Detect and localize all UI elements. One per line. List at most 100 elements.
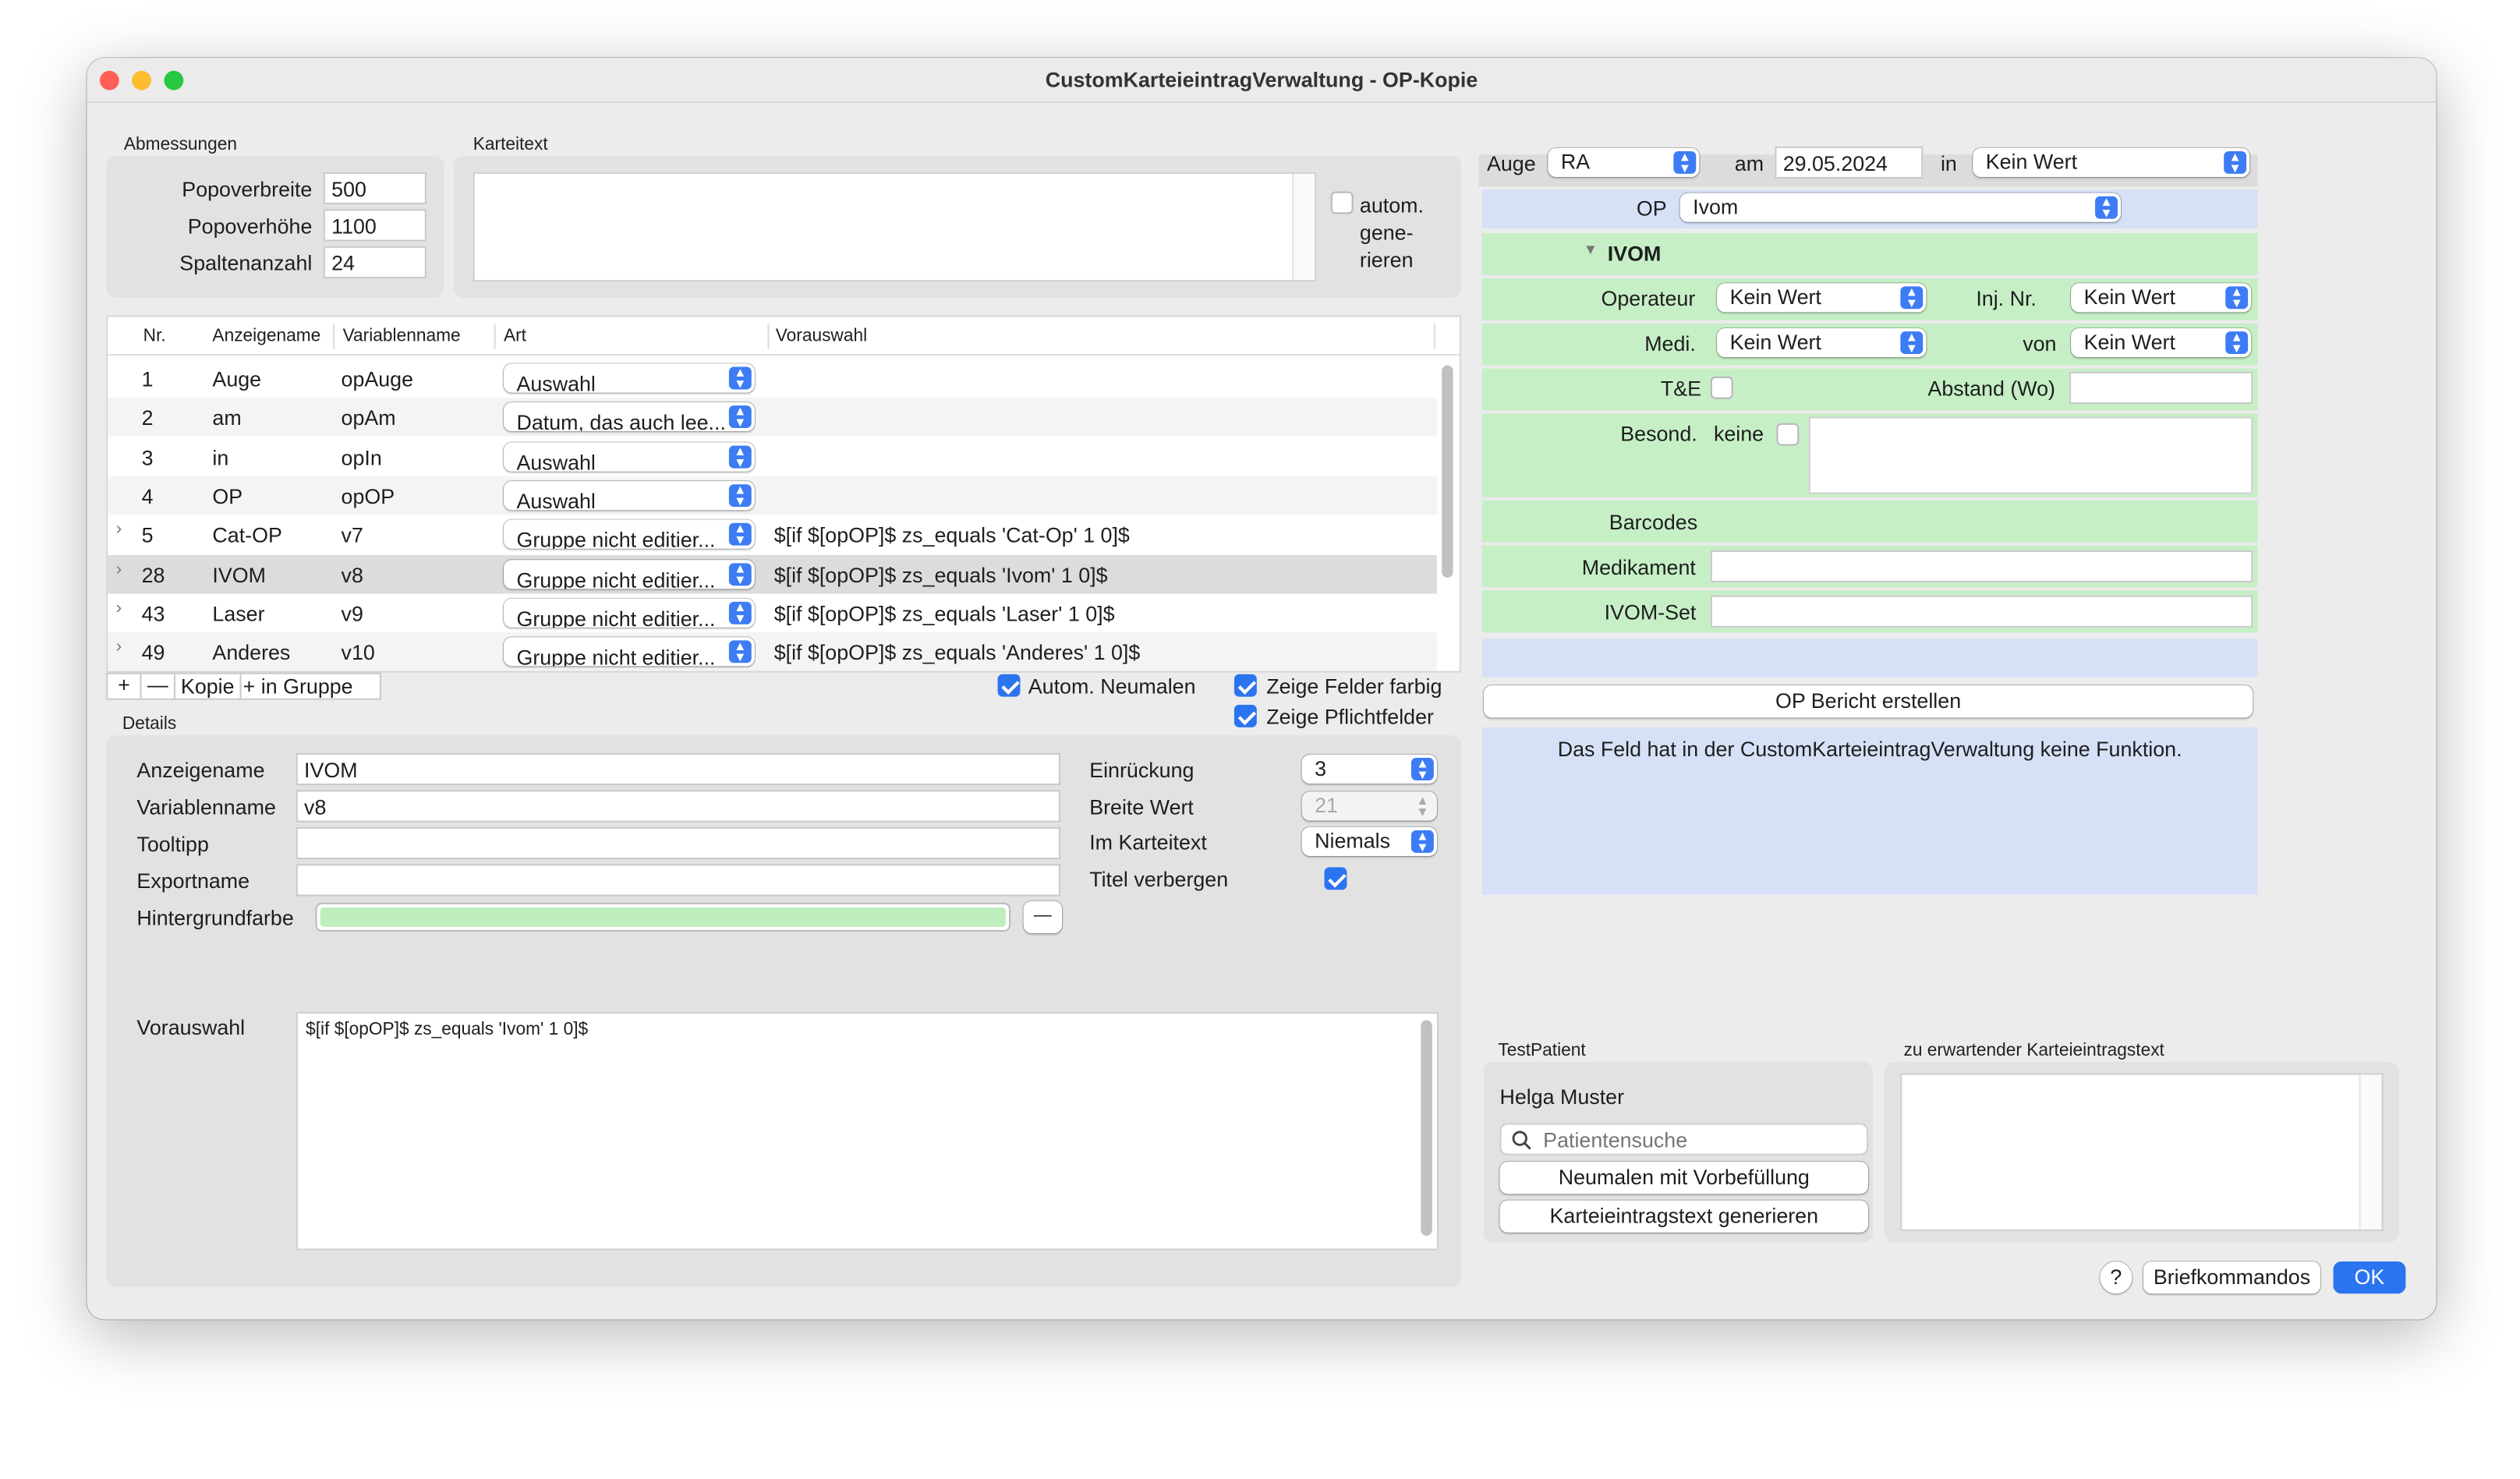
vorauswahl-label: Vorauswahl	[136, 1015, 246, 1040]
cell-variablenname: opOP	[341, 483, 395, 508]
cell-art-popup[interactable]: Gruppe nicht editier... ▲ ▼	[503, 598, 755, 628]
spaltenanzahl-field[interactable]: 24	[323, 246, 426, 279]
einrueckung-popup[interactable]: 3 ▲ ▼	[1301, 754, 1437, 784]
table-scrollbar[interactable]	[1442, 365, 1453, 578]
in-popup[interactable]: Kein Wert ▲ ▼	[1973, 147, 2250, 178]
window-title: CustomKarteieintragVerwaltung - OP-Kopie	[1045, 67, 1478, 92]
disclosure-chevron-icon[interactable]: ›	[116, 559, 122, 579]
cell-art-popup[interactable]: Auswahl ▲ ▼	[503, 480, 755, 510]
ivom-group-header[interactable]	[1481, 233, 2258, 275]
anzeigename-field[interactable]: IVOM	[296, 752, 1061, 786]
operateur-label: Operateur	[1601, 286, 1696, 311]
neumalen-vorbefuellung-button[interactable]: Neumalen mit Vorbefüllung	[1499, 1162, 1869, 1194]
keine-checkbox[interactable]	[1776, 423, 1800, 446]
table-row[interactable]: › 5 Cat-OP v7 Gruppe nicht editier... ▲ ▼ $[if …	[108, 515, 1437, 554]
autom-generieren-checkbox[interactable]	[1330, 191, 1354, 214]
im-karteitext-label: Im Karteitext	[1089, 830, 1207, 854]
table-row[interactable]: 1 Auge opAuge Auswahl ▲ ▼	[108, 359, 1437, 398]
chevron-updown-icon: ▲ ▼	[1410, 757, 1434, 781]
autom-neumalen-checkbox[interactable]	[997, 674, 1021, 697]
help-button[interactable]: ?	[2100, 1261, 2132, 1294]
cell-anzeigename: Auge	[212, 366, 262, 391]
add-row-button[interactable]: +	[108, 673, 140, 697]
cell-anzeigename: OP	[212, 483, 243, 508]
abmessungen-group: Popoverbreite 500 Popoverhöhe 1100 Spalt…	[106, 156, 444, 298]
op-bericht-button[interactable]: OP Bericht erstellen	[1483, 685, 2253, 718]
auge-popup[interactable]: RA ▲ ▼	[1548, 147, 1700, 178]
medi-popup[interactable]: Kein Wert ▲ ▼	[1717, 328, 1927, 358]
cell-art-popup[interactable]: Datum, das auch lee... ▲ ▼	[503, 402, 755, 432]
am-date-field[interactable]: 29.05.2024	[1775, 146, 1924, 179]
titel-verbergen-checkbox[interactable]	[1324, 867, 1347, 890]
karteitext-textarea[interactable]	[472, 172, 1317, 282]
operateur-popup[interactable]: Kein Wert ▲ ▼	[1717, 283, 1927, 313]
zeige-pflicht-checkbox[interactable]	[1233, 704, 1257, 727]
variablenname-field[interactable]: v8	[296, 790, 1061, 823]
inj-nr-popup[interactable]: Kein Wert ▲ ▼	[2071, 283, 2252, 313]
vorauswahl-value: $[if $[opOP]$ zs_equals 'Ivom' 1 0]$	[306, 1020, 589, 1040]
popoverbreite-label: Popoverbreite	[182, 177, 313, 201]
table-row[interactable]: 3 in opIn Auswahl ▲ ▼	[108, 437, 1437, 476]
header-anzeigename[interactable]: Anzeigename	[212, 327, 320, 346]
ok-button[interactable]: OK	[2333, 1261, 2406, 1294]
disclosure-chevron-icon[interactable]: ›	[116, 637, 122, 656]
header-art[interactable]: Art	[504, 327, 526, 346]
karteieintragstext-generieren-button[interactable]: Karteieintragstext generieren	[1499, 1200, 1869, 1233]
disclosure-chevron-icon[interactable]: ›	[116, 598, 122, 617]
keine-label: keine	[1713, 421, 1764, 446]
remove-row-button[interactable]: —	[142, 673, 174, 697]
in-gruppe-button[interactable]: + in Gruppe	[243, 674, 381, 699]
patient-search-field[interactable]	[1499, 1123, 1869, 1155]
cell-art-popup[interactable]: Gruppe nicht editier... ▲ ▼	[503, 637, 755, 667]
abmessungen-label: Abmessungen	[123, 135, 238, 155]
briefkommandos-button[interactable]: Briefkommandos	[2143, 1261, 2320, 1294]
table-row[interactable]: 2 am opAm Datum, das auch lee... ▲ ▼	[108, 398, 1437, 437]
header-nr[interactable]: Nr.	[143, 327, 166, 346]
cell-anzeigename: Cat-OP	[212, 523, 282, 548]
chevron-updown-icon: ▲ ▼	[728, 640, 752, 664]
table-row[interactable]: › 28 IVOM v8 Gruppe nicht editier... ▲ ▼ $[if $…	[108, 554, 1437, 593]
hintergrundfarbe-well[interactable]	[315, 902, 1011, 932]
popoverbreite-field[interactable]: 500	[323, 172, 426, 205]
table-row[interactable]: 4 OP opOP Auswahl ▲ ▼	[108, 476, 1437, 515]
disclosure-triangle-icon[interactable]: ▼	[1584, 242, 1598, 258]
kopie-button[interactable]: Kopie	[175, 674, 240, 699]
table-body: 1 Auge opAuge Auswahl ▲ ▼ 2 am opAm Datum, das au…	[108, 359, 1437, 671]
cell-art-popup[interactable]: Gruppe nicht editier... ▲ ▼	[503, 559, 755, 589]
besond-label: Besond.	[1620, 421, 1697, 446]
op-popup[interactable]: Ivom ▲ ▼	[1679, 193, 2122, 222]
besond-textarea[interactable]	[1808, 416, 2253, 494]
popoverhoehe-field[interactable]: 1100	[323, 209, 426, 242]
medikament-field[interactable]	[1710, 550, 2253, 583]
table-row[interactable]: › 43 Laser v9 Gruppe nicht editier... ▲ ▼ $[if …	[108, 593, 1437, 632]
breite-wert-stepper[interactable]: 21 ▲ ▼	[1301, 791, 1437, 821]
karteitext-scrollbar[interactable]	[1292, 173, 1315, 281]
zeige-farbig-checkbox[interactable]	[1233, 674, 1257, 697]
cell-art-popup[interactable]: Auswahl ▲ ▼	[503, 363, 755, 393]
remove-color-button[interactable]: —	[1023, 900, 1063, 934]
abstand-field[interactable]	[2069, 371, 2253, 405]
te-checkbox[interactable]	[1710, 376, 1733, 399]
expected-text-area[interactable]	[1900, 1073, 2384, 1231]
exportname-field[interactable]	[296, 864, 1061, 897]
preview-row-empty	[1481, 639, 2258, 678]
table-row[interactable]: › 49 Anderes v10 Gruppe nicht editier... ▲ ▼ $[…	[108, 632, 1437, 671]
ivomset-field[interactable]	[1710, 595, 2253, 628]
cell-art-popup[interactable]: Auswahl ▲ ▼	[503, 441, 755, 471]
expected-text-scrollbar[interactable]	[2359, 1074, 2382, 1230]
cell-art-popup[interactable]: Gruppe nicht editier... ▲ ▼	[503, 519, 755, 550]
vorauswahl-scrollbar[interactable]	[1421, 1020, 1432, 1236]
header-variablenname[interactable]: Variablenname	[343, 327, 461, 346]
in-value: Kein Wert	[1985, 149, 2078, 174]
cell-nr: 5	[141, 523, 154, 548]
patient-search-input[interactable]	[1543, 1126, 1857, 1152]
tooltipp-field[interactable]	[296, 826, 1061, 860]
cell-nr: 28	[141, 562, 165, 587]
vorauswahl-textarea[interactable]: $[if $[opOP]$ zs_equals 'Ivom' 1 0]$	[296, 1012, 1439, 1251]
header-vorauswahl[interactable]: Vorauswahl	[776, 327, 867, 346]
te-label: T&E	[1660, 376, 1702, 401]
von-popup[interactable]: Kein Wert ▲ ▼	[2071, 328, 2252, 358]
im-karteitext-popup[interactable]: Niemals ▲ ▼	[1301, 826, 1437, 856]
disclosure-chevron-icon[interactable]: ›	[116, 520, 122, 540]
cell-vorauswahl: $[if $[opOP]$ zs_equals 'Anderes' 1 0]$	[773, 640, 1141, 665]
